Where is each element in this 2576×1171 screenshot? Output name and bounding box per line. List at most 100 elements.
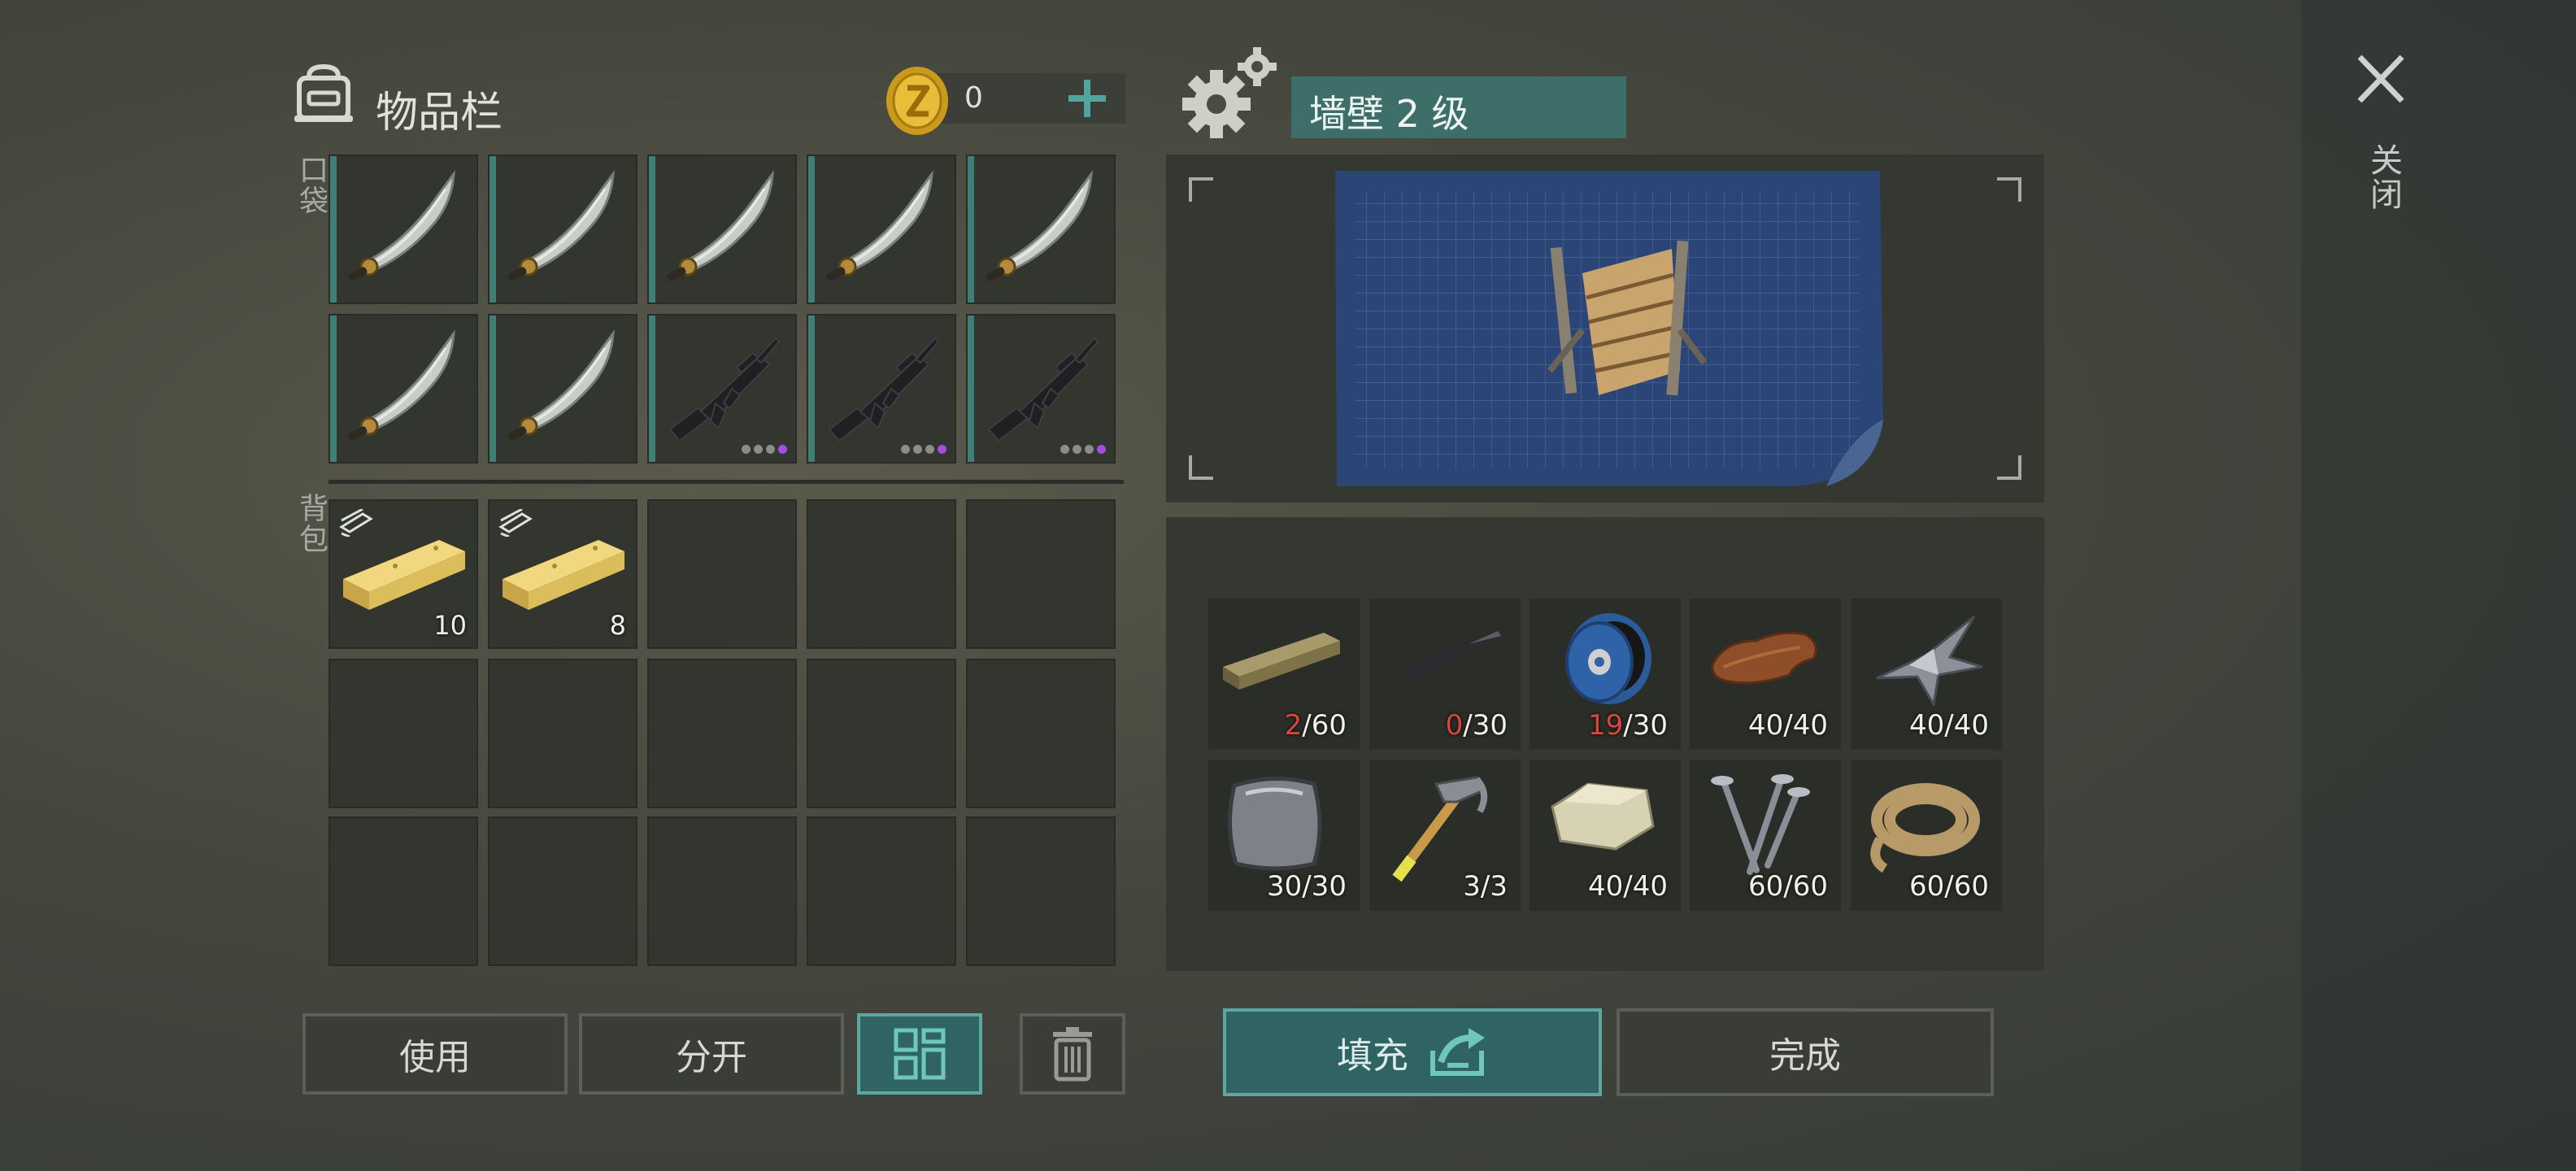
backpack-slot[interactable]	[329, 816, 478, 966]
fill-button[interactable]: 填充	[1223, 1008, 1602, 1096]
sort-grid-button[interactable]	[857, 1013, 982, 1095]
trash-button[interactable]	[1020, 1013, 1125, 1095]
grid-icon	[894, 1028, 946, 1080]
material-quantity: 0/30	[1446, 709, 1508, 742]
pocket-slot[interactable]	[647, 155, 797, 304]
nails-icon	[1699, 769, 1821, 886]
stone-icon	[1539, 769, 1661, 862]
material-slot[interactable]: 40/40	[1530, 760, 1681, 911]
material-have: 19	[1588, 709, 1624, 742]
sword-icon	[662, 168, 784, 293]
material-need: /40	[1944, 709, 1989, 742]
material-have: 60	[1909, 870, 1945, 903]
rarity-dots	[901, 445, 946, 454]
rifle-icon	[662, 327, 784, 452]
backpack-slot[interactable]: 8	[488, 499, 637, 649]
plank-icon	[338, 525, 468, 618]
backpack-slot[interactable]	[807, 816, 956, 966]
close-label[interactable]: 关闭	[2360, 143, 2407, 211]
material-have: 30	[1267, 870, 1303, 903]
material-slot[interactable]: 3/3	[1369, 760, 1521, 911]
pocket-slot[interactable]	[966, 155, 1116, 304]
pocket-slot[interactable]	[329, 155, 478, 304]
complete-button[interactable]: 完成	[1617, 1008, 1994, 1096]
material-need: /60	[1783, 870, 1828, 903]
backpack-slot[interactable]	[807, 659, 956, 808]
plank-icon	[498, 525, 628, 618]
item-count: 10	[433, 610, 467, 641]
material-quantity: 60/60	[1748, 870, 1828, 903]
close-icon	[2357, 54, 2404, 103]
pocket-slot[interactable]	[807, 155, 956, 304]
material-slot[interactable]: 2/60	[1208, 599, 1360, 750]
pocket-slot[interactable]	[488, 155, 637, 304]
fill-transfer-icon	[1430, 1028, 1485, 1076]
sword-icon	[981, 168, 1103, 293]
pocket-slot[interactable]	[647, 314, 797, 464]
backpack-slot[interactable]	[329, 659, 478, 808]
material-quantity: 3/3	[1463, 870, 1508, 903]
inventory-title: 物品栏	[376, 89, 503, 137]
pocket-slot[interactable]	[966, 314, 1116, 464]
split-button[interactable]: 分开	[579, 1013, 844, 1095]
material-have: 3	[1463, 870, 1481, 903]
backpack-slot[interactable]	[647, 499, 797, 649]
backpack-slot[interactable]	[966, 816, 1116, 966]
pocket-slot[interactable]	[488, 314, 637, 464]
material-quantity: 2/60	[1285, 709, 1347, 742]
plus-icon	[1068, 80, 1106, 117]
backpack-slot[interactable]	[647, 816, 797, 966]
material-have: 2	[1284, 709, 1303, 742]
material-slot[interactable]: 19/30	[1530, 599, 1681, 750]
backpack-slot[interactable]	[647, 659, 797, 808]
item-count: 8	[609, 610, 626, 641]
material-slot[interactable]: 60/60	[1690, 760, 1841, 911]
material-slot[interactable]: 0/30	[1369, 599, 1521, 750]
right-side-panel	[2301, 0, 2576, 1171]
wire-spool-icon	[1539, 608, 1669, 717]
sword-icon	[343, 327, 465, 452]
build-title: 墙壁 2 级	[1309, 92, 1469, 136]
material-have: 0	[1445, 709, 1464, 742]
material-slot[interactable]: 30/30	[1208, 760, 1360, 911]
backpack-slot[interactable]	[807, 499, 956, 649]
rifle-icon	[981, 327, 1103, 452]
backpack-slot[interactable]	[488, 659, 637, 808]
pocket-slot[interactable]	[329, 314, 478, 464]
material-have: 60	[1748, 870, 1784, 903]
backpack-slot[interactable]: 10	[329, 499, 478, 649]
log-icon	[1218, 608, 1348, 701]
coin-count: 0	[964, 81, 983, 115]
backpack-slot[interactable]	[488, 816, 637, 966]
material-quantity: 40/40	[1909, 709, 1989, 742]
scrap-metal-icon	[1860, 608, 1991, 709]
sword-icon	[821, 168, 943, 293]
material-need: /30	[1463, 709, 1508, 742]
sword-icon	[343, 168, 465, 293]
pocket-slot[interactable]	[807, 314, 956, 464]
material-slot[interactable]: 40/40	[1851, 599, 2002, 750]
sword-icon	[503, 168, 624, 293]
material-need: /60	[1944, 870, 1989, 903]
add-coins-button[interactable]	[1059, 73, 1116, 124]
material-need: /30	[1623, 709, 1668, 742]
material-quantity: 40/40	[1588, 870, 1668, 903]
material-slot[interactable]: 60/60	[1851, 760, 2002, 911]
material-quantity: 19/30	[1588, 709, 1668, 742]
gears-icon	[1182, 46, 1280, 140]
trash-icon	[1053, 1027, 1092, 1082]
backpack-slot[interactable]	[966, 659, 1116, 808]
metal-bar-icon	[1379, 608, 1509, 701]
close-button[interactable]	[2348, 50, 2413, 107]
material-need: /40	[1623, 870, 1668, 903]
rope-icon	[1860, 769, 1991, 878]
fill-button-label: 填充	[1337, 1035, 1408, 1077]
leather-icon	[1699, 608, 1830, 701]
material-quantity: 40/40	[1748, 709, 1828, 742]
coin-icon	[883, 63, 951, 138]
material-have: 40	[1909, 709, 1945, 742]
rarity-dots	[742, 445, 787, 454]
backpack-slot[interactable]	[966, 499, 1116, 649]
material-slot[interactable]: 40/40	[1690, 599, 1841, 750]
use-button[interactable]: 使用	[302, 1013, 568, 1095]
